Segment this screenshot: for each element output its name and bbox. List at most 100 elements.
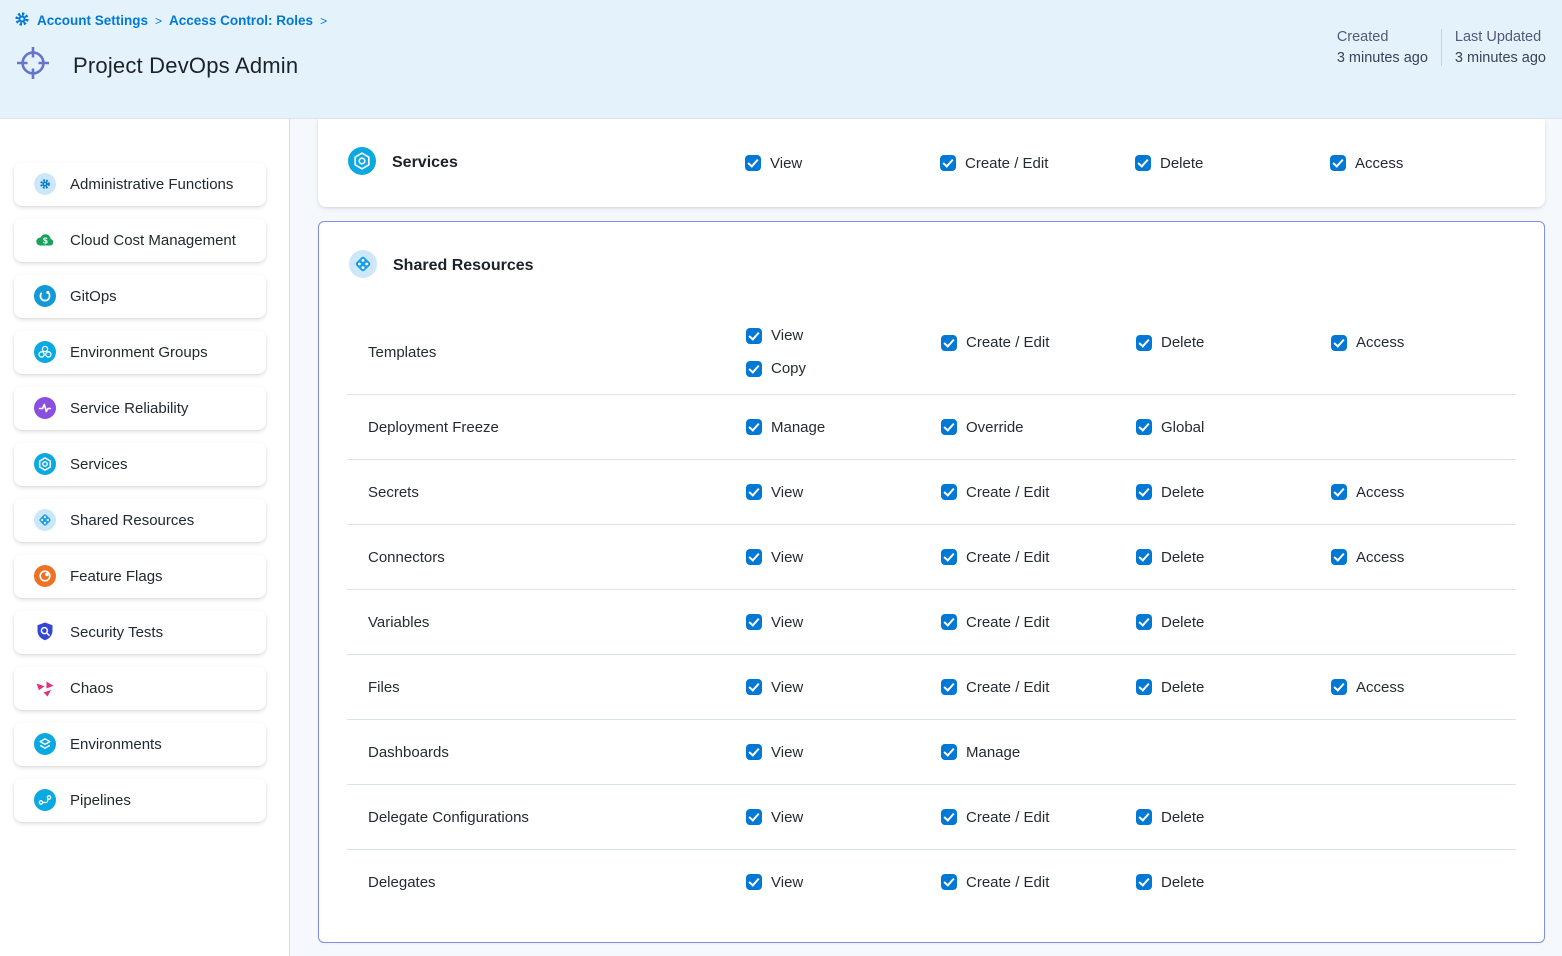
sidebar-item-environment-groups[interactable]: Environment Groups (14, 330, 266, 374)
checkbox-checked-icon[interactable] (1136, 679, 1152, 695)
checkbox-checked-icon[interactable] (1136, 614, 1152, 630)
checkbox-checked-icon[interactable] (1136, 549, 1152, 565)
shared-resources-icon (34, 509, 56, 531)
sidebar-item-label: Service Reliability (70, 400, 188, 417)
delegates-view-checkbox[interactable]: View (746, 874, 941, 891)
checkbox-checked-icon[interactable] (1136, 335, 1152, 351)
checkbox-checked-icon[interactable] (941, 614, 957, 630)
checkbox-checked-icon[interactable] (1136, 484, 1152, 500)
sidebar-item-environments[interactable]: Environments (14, 722, 266, 766)
files-delete-checkbox[interactable]: Delete (1136, 679, 1331, 696)
files-create-edit-checkbox[interactable]: Create / Edit (941, 679, 1136, 696)
templates-view-checkbox[interactable]: View (746, 327, 803, 344)
secrets-view-checkbox[interactable]: View (746, 484, 941, 501)
delegates-create-edit-checkbox[interactable]: Create / Edit (941, 874, 1136, 891)
checkbox-checked-icon[interactable] (941, 419, 957, 435)
sidebar-item-label: GitOps (70, 288, 117, 305)
checkbox-checked-icon[interactable] (1136, 809, 1152, 825)
connectors-create-edit-checkbox[interactable]: Create / Edit (941, 549, 1136, 566)
checkbox-checked-icon[interactable] (746, 419, 762, 435)
delegate-configurations-view-checkbox[interactable]: View (746, 809, 941, 826)
delegate-configurations-create-edit-checkbox[interactable]: Create / Edit (941, 809, 1136, 826)
sidebar-item-administrative-functions[interactable]: Administrative Functions (14, 162, 266, 206)
created-block: Created 3 minutes ago (1337, 29, 1428, 66)
checkbox-checked-icon[interactable] (1331, 679, 1347, 695)
checkbox-checked-icon[interactable] (746, 484, 762, 500)
checkbox-checked-icon[interactable] (1330, 155, 1346, 171)
dashboards-view-checkbox[interactable]: View (746, 744, 941, 761)
services-create-edit-checkbox[interactable]: Create / Edit (940, 155, 1135, 172)
checkbox-checked-icon[interactable] (941, 744, 957, 760)
last-updated-value: 3 minutes ago (1455, 50, 1546, 66)
checkbox-checked-icon[interactable] (1135, 155, 1151, 171)
variables-view-checkbox[interactable]: View (746, 614, 941, 631)
checkbox-checked-icon[interactable] (940, 155, 956, 171)
variables-delete-checkbox[interactable]: Delete (1136, 614, 1331, 631)
checkbox-checked-icon[interactable] (746, 614, 762, 630)
connectors-delete-checkbox[interactable]: Delete (1136, 549, 1331, 566)
sidebar-item-shared-resources[interactable]: Shared Resources (14, 498, 266, 542)
svg-text:$: $ (43, 236, 48, 246)
checkbox-checked-icon[interactable] (746, 679, 762, 695)
deployment-freeze-global-checkbox[interactable]: Global (1136, 419, 1331, 436)
templates-copy-checkbox[interactable]: Copy (746, 360, 806, 377)
sidebar-item-feature-flags[interactable]: Feature Flags (14, 554, 266, 598)
permission-row-delegates: Delegates View Create / Edit Delete (319, 850, 1544, 914)
sidebar-item-cloud-cost-management[interactable]: $ Cloud Cost Management (14, 218, 266, 262)
checkbox-checked-icon[interactable] (941, 679, 957, 695)
shared-resources-header: Shared Resources (319, 222, 1544, 310)
breadcrumb-account-settings[interactable]: Account Settings (37, 13, 148, 28)
services-view-checkbox[interactable]: View (745, 155, 940, 172)
checkbox-checked-icon[interactable] (746, 874, 762, 890)
secrets-delete-checkbox[interactable]: Delete (1136, 484, 1331, 501)
sidebar-item-label: Security Tests (70, 624, 163, 641)
services-delete-checkbox[interactable]: Delete (1135, 155, 1330, 172)
delegates-delete-checkbox[interactable]: Delete (1136, 874, 1331, 891)
connectors-view-checkbox[interactable]: View (746, 549, 941, 566)
checkbox-checked-icon[interactable] (1136, 419, 1152, 435)
checkbox-checked-icon[interactable] (941, 549, 957, 565)
files-view-checkbox[interactable]: View (746, 679, 941, 696)
connectors-access-checkbox[interactable]: Access (1331, 549, 1516, 566)
sidebar-item-chaos[interactable]: Chaos (14, 666, 266, 710)
checkbox-checked-icon[interactable] (941, 484, 957, 500)
sidebar-item-label: Environments (70, 736, 162, 753)
sidebar-item-security-tests[interactable]: Security Tests (14, 610, 266, 654)
services-permission-card: Services View Create / Edit Delete Acces… (318, 119, 1545, 207)
delegate-configurations-delete-checkbox[interactable]: Delete (1136, 809, 1331, 826)
sidebar-item-label: Feature Flags (70, 568, 163, 585)
services-access-checkbox[interactable]: Access (1330, 155, 1517, 172)
page-header: Account Settings > Access Control: Roles… (0, 0, 1562, 119)
sidebar-item-services[interactable]: Services (14, 442, 266, 486)
checkbox-checked-icon[interactable] (746, 809, 762, 825)
templates-access-checkbox[interactable]: Access (1331, 334, 1516, 351)
chaos-icon (34, 677, 56, 699)
secrets-create-edit-checkbox[interactable]: Create / Edit (941, 484, 1136, 501)
deployment-freeze-override-checkbox[interactable]: Override (941, 419, 1136, 436)
checkbox-checked-icon[interactable] (746, 744, 762, 760)
checkbox-checked-icon[interactable] (746, 361, 762, 377)
checkbox-checked-icon[interactable] (941, 809, 957, 825)
files-access-checkbox[interactable]: Access (1331, 679, 1516, 696)
checkbox-checked-icon[interactable] (746, 549, 762, 565)
templates-create-edit-checkbox[interactable]: Create / Edit (941, 334, 1136, 351)
checkbox-checked-icon[interactable] (1331, 335, 1347, 351)
sidebar-item-gitops[interactable]: GitOps (14, 274, 266, 318)
checkbox-checked-icon[interactable] (1136, 874, 1152, 890)
sidebar-item-service-reliability[interactable]: Service Reliability (14, 386, 266, 430)
secrets-access-checkbox[interactable]: Access (1331, 484, 1516, 501)
sidebar-item-pipelines[interactable]: Pipelines (14, 778, 266, 822)
templates-delete-checkbox[interactable]: Delete (1136, 334, 1331, 351)
breadcrumb-access-control-roles[interactable]: Access Control: Roles (169, 13, 313, 28)
permission-row-delegate-configurations: Delegate Configurations View Create / Ed… (319, 785, 1544, 849)
variables-create-edit-checkbox[interactable]: Create / Edit (941, 614, 1136, 631)
deployment-freeze-manage-checkbox[interactable]: Manage (746, 419, 941, 436)
checkbox-checked-icon[interactable] (746, 328, 762, 344)
checkbox-checked-icon[interactable] (941, 335, 957, 351)
checkbox-checked-icon[interactable] (745, 155, 761, 171)
checkbox-checked-icon[interactable] (1331, 549, 1347, 565)
sidebar-item-label: Services (70, 456, 128, 473)
checkbox-checked-icon[interactable] (941, 874, 957, 890)
checkbox-checked-icon[interactable] (1331, 484, 1347, 500)
dashboards-manage-checkbox[interactable]: Manage (941, 744, 1136, 761)
